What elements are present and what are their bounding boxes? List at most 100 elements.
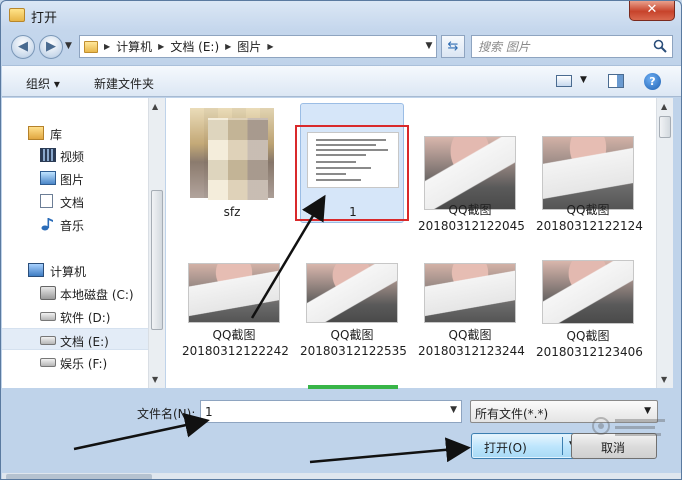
drive-icon [40,312,56,321]
file-name: QQ截图 20180312123406 [536,329,643,359]
library-icon [28,126,44,140]
file-name: QQ截图 20180312122242 [182,328,289,358]
open-button-label: 打开(O) [484,441,527,455]
file-list-scrollbar[interactable]: ▲ ▼ [656,98,673,388]
sidebar-item-drive-e[interactable]: 文档 (E:) [2,328,150,350]
open-button[interactable]: 打开(O) ▼ [471,433,587,459]
open-file-dialog: 打开 ✕ ◀ ▶ ▼ ▶ 计算机 ▶ 文档 (E:) ▶ 图片 ▶ ▼ ⇆ 组织… [0,0,682,480]
change-view-icon[interactable] [556,75,572,87]
filename-field[interactable]: ▼ [200,400,462,423]
documents-icon [40,194,53,208]
sidebar-item-label: 库 [50,128,63,142]
sidebar-item-drive-f[interactable]: 娱乐 (F:) [2,351,150,373]
file-item-folder[interactable]: sfz [180,106,284,224]
search-input[interactable] [478,39,648,55]
file-item-image[interactable]: QQ截图 20180312122045 [418,136,525,252]
window-title: 打开 [31,11,58,26]
navigation-scrollbar[interactable]: ▲ ▼ [148,98,165,388]
recent-pages-dropdown[interactable]: ▼ [65,41,72,51]
image-thumbnail [424,136,516,210]
scroll-up-icon[interactable]: ▲ [152,102,158,111]
help-icon[interactable]: ? [644,73,661,90]
file-item-image[interactable]: QQ截图 20180312122124 [536,136,643,252]
file-name: QQ截图 20180312122045 [418,203,525,233]
sidebar-item-computer[interactable]: 计算机 [2,259,150,281]
sidebar-item-label: 计算机 [50,265,87,279]
scrollbar-thumb[interactable] [659,116,671,138]
search-box[interactable] [471,35,673,58]
system-drive-icon [40,286,56,300]
close-button[interactable]: ✕ [629,1,675,21]
breadcrumb-computer[interactable]: 计算机 [116,38,152,55]
image-thumbnail [542,136,634,210]
file-item-image[interactable]: QQ截图 20180312123244 [418,263,525,379]
sidebar-item-label: 文档 (E:) [60,335,109,349]
file-name: QQ截图 20180312122124 [536,203,643,233]
folder-icon [84,40,98,53]
image-thumbnail [188,263,280,323]
address-history-dropdown[interactable]: ▼ [421,35,437,58]
scrollbar-thumb[interactable] [151,190,163,330]
file-name: 1 [349,205,357,219]
new-folder-button[interactable]: 新建文件夹 [94,75,154,92]
drive-icon [40,336,56,345]
sidebar-item-libraries[interactable]: 库 [2,122,150,144]
breadcrumb-pictures[interactable]: 图片 [237,38,261,55]
sidebar-item-music[interactable]: 音乐 [2,213,150,235]
file-type-value: 所有文件(*.*) [475,407,549,421]
sidebar-item-label: 娱乐 (F:) [60,357,108,371]
search-icon[interactable] [653,39,667,53]
preview-pane-icon[interactable] [608,74,624,88]
organize-button[interactable]: 组织 ▾ [26,75,60,92]
chevron-right-icon[interactable]: ▶ [225,42,231,51]
file-item-image[interactable]: QQ截图 20180312123406 [536,260,643,376]
title-bar: 打开 ✕ [1,1,681,31]
scroll-down-icon[interactable]: ▼ [152,375,158,384]
progress-indicator [308,385,398,389]
cancel-button-label: 取消 [601,441,626,455]
address-bar[interactable]: ▶ 计算机 ▶ 文档 (E:) ▶ 图片 ▶ [79,35,437,58]
breadcrumb-documents-drive[interactable]: 文档 (E:) [170,38,219,55]
chevron-right-icon[interactable]: ▶ [267,42,273,51]
sidebar-item-label: 本地磁盘 (C:) [60,288,134,302]
sidebar-item-label: 软件 (D:) [60,311,111,325]
sidebar-item-label: 音乐 [60,219,85,233]
computer-icon [28,263,44,277]
horizontal-scrollbar[interactable] [2,473,681,479]
split-divider [562,437,563,455]
scrollbar-thumb[interactable] [6,474,152,479]
pictures-icon [40,171,56,185]
file-item-image[interactable]: QQ截图 20180312122535 [300,263,407,379]
sidebar-item-label: 视频 [60,150,85,164]
sidebar-item-drive-c[interactable]: 本地磁盘 (C:) [2,282,150,304]
view-options-dropdown[interactable]: ▼ [580,75,587,85]
chevron-right-icon[interactable]: ▶ [158,42,164,51]
chevron-down-icon[interactable]: ▼ [450,405,457,415]
sidebar-item-documents[interactable]: 文档 [2,190,150,212]
image-thumbnail [542,260,634,324]
file-name: QQ截图 20180312123244 [418,328,525,358]
back-button[interactable]: ◀ [11,35,35,59]
forward-button[interactable]: ▶ [39,35,63,59]
image-thumbnail [306,263,398,323]
refresh-icon: ⇆ [447,39,459,54]
file-list-pane: sfz 1 QQ截图 20180312122045 QQ截图 201803121… [166,98,656,388]
refresh-button[interactable]: ⇆ [441,35,465,58]
folder-icon [9,8,25,22]
video-icon [40,148,56,162]
toolbar: 组织 ▾ 新建文件夹 ▼ ? [2,65,681,97]
file-item-image[interactable]: QQ截图 20180312122242 [182,263,289,379]
chevron-right-icon[interactable]: ▶ [104,42,110,51]
sidebar-item-label: 图片 [60,173,85,187]
sidebar-item-videos[interactable]: 视频 [2,144,150,166]
blurred-thumbnail [208,118,268,200]
scroll-up-icon[interactable]: ▲ [661,102,667,111]
sidebar-item-label: 文档 [60,196,85,210]
file-item-document[interactable]: 1 [300,103,404,223]
filename-input[interactable] [205,404,435,420]
scroll-down-icon[interactable]: ▼ [661,375,667,384]
sidebar-item-pictures[interactable]: 图片 [2,167,150,189]
image-thumbnail [424,263,516,323]
sidebar-item-drive-d[interactable]: 软件 (D:) [2,305,150,327]
file-name: QQ截图 20180312122535 [300,328,407,358]
